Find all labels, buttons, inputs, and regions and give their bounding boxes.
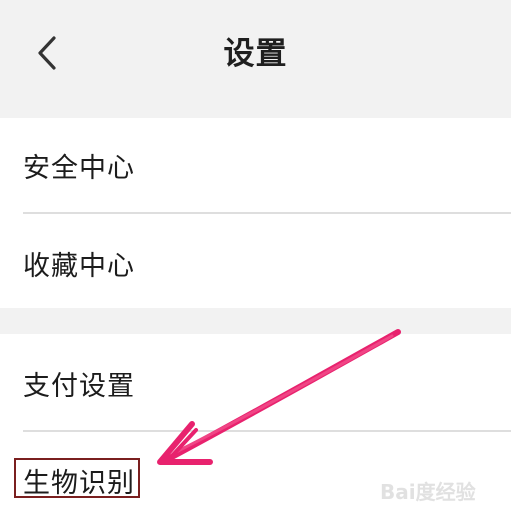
menu-item-payment-settings[interactable]: 支付设置 — [0, 334, 511, 430]
menu-item-label: 收藏中心 — [23, 251, 135, 282]
menu-item-security-center[interactable]: 安全中心 — [0, 118, 511, 212]
back-button[interactable] — [22, 26, 78, 82]
menu-item-favorites-center[interactable]: 收藏中心 — [0, 214, 511, 308]
menu-item-label: 支付设置 — [23, 371, 135, 402]
chevron-left-icon — [38, 36, 56, 70]
highlight-box — [14, 458, 140, 498]
header-bar: 设置 — [0, 0, 511, 108]
settings-group-1: 安全中心 收藏中心 — [0, 118, 511, 308]
menu-item-label: 安全中心 — [23, 153, 135, 184]
